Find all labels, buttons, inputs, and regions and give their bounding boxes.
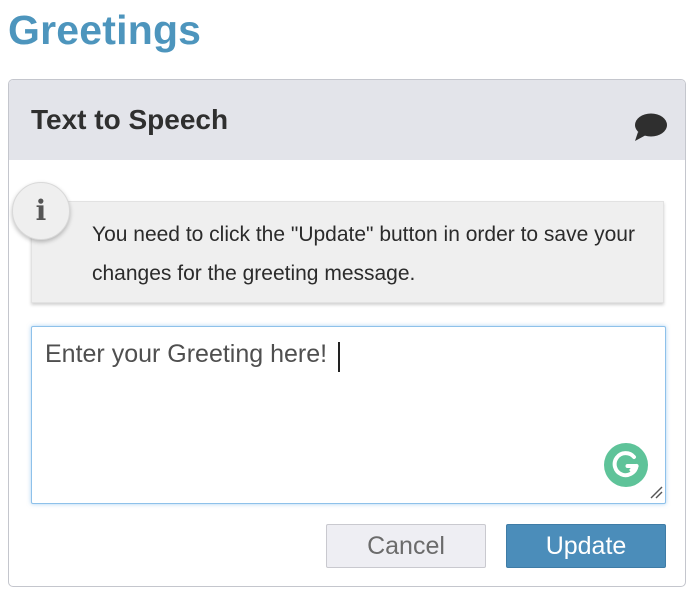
info-box: You need to click the "Update" button in… [31,201,664,303]
speech-bubble-icon[interactable] [633,112,669,142]
resize-handle-icon[interactable] [649,485,663,499]
greeting-input[interactable]: Enter your Greeting here! [31,326,666,504]
grammarly-icon[interactable] [603,442,649,488]
panel-header: Text to Speech [9,80,685,160]
panel-title: Text to Speech [31,104,229,135]
cancel-button[interactable]: Cancel [326,524,486,568]
info-message: You need to click the "Update" button in… [9,180,685,310]
text-to-speech-panel: Text to Speech You need to click the "Up… [8,79,686,587]
text-caret [338,342,340,372]
page-title: Greetings [8,7,202,53]
info-text: You need to click the "Update" button in… [92,223,635,285]
update-button[interactable]: Update [506,524,666,568]
info-icon: i [12,182,70,240]
